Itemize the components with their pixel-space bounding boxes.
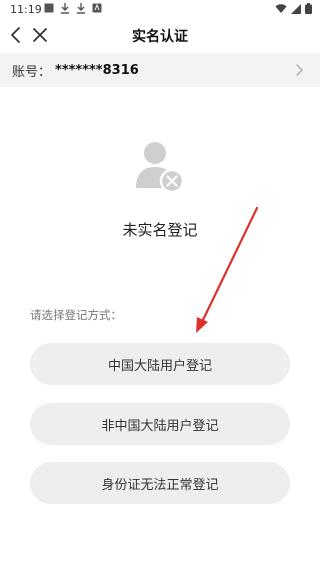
non-mainland-register-button[interactable]: 非中国大陆用户登记 bbox=[30, 403, 290, 445]
id-card-issue-register-label: 身份证无法正常登记 bbox=[101, 477, 219, 493]
account-value: *******8316 bbox=[55, 62, 139, 78]
download-icon bbox=[61, 3, 69, 14]
wifi-icon bbox=[275, 3, 287, 13]
signal-icon bbox=[291, 3, 301, 14]
navigation-bar: 实名认证 bbox=[0, 18, 320, 52]
id-card-issue-register-button[interactable]: 身份证无法正常登记 bbox=[30, 462, 290, 504]
unverified-user-icon bbox=[136, 142, 185, 194]
notification-icons bbox=[44, 2, 102, 14]
status-right-icons bbox=[275, 3, 312, 14]
choose-method-label: 请选择登记方式： bbox=[30, 308, 122, 322]
mainland-register-button[interactable]: 中国大陆用户登记 bbox=[30, 343, 290, 385]
non-mainland-register-label: 非中国大陆用户登记 bbox=[101, 418, 219, 434]
verification-status: 未实名登记 bbox=[122, 221, 198, 239]
download-icon bbox=[77, 3, 85, 14]
status-time: 11:19 bbox=[10, 3, 42, 16]
account-row[interactable]: 账号： *******8316 bbox=[0, 53, 320, 87]
page-title: 实名认证 bbox=[132, 29, 188, 45]
chevron-right-icon bbox=[296, 64, 303, 76]
mainland-register-label: 中国大陆用户登记 bbox=[107, 358, 212, 374]
status-bar: 11:19 bbox=[0, 0, 320, 18]
account-label: 账号： bbox=[12, 64, 52, 80]
image-notification-icon bbox=[44, 3, 54, 13]
battery-icon bbox=[305, 3, 312, 14]
app-notification-icon bbox=[92, 3, 102, 13]
